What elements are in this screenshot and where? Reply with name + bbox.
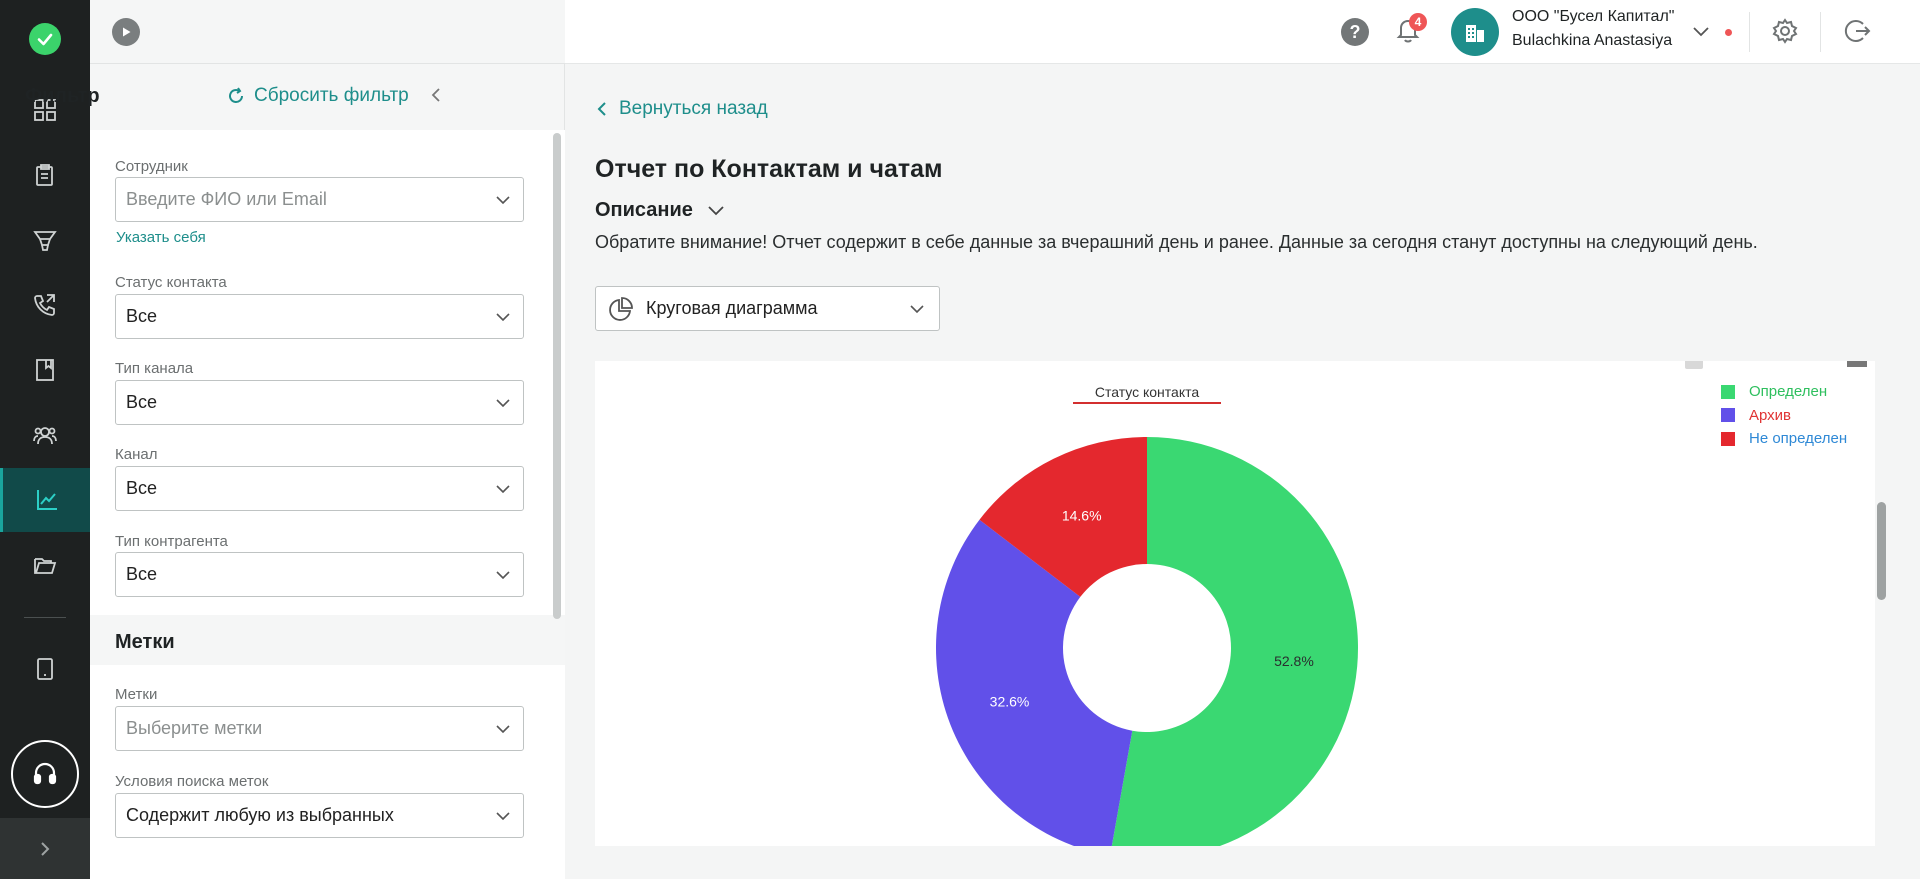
page-title: Отчет по Контактам и чатам — [595, 155, 943, 183]
description-label: Описание — [595, 199, 693, 221]
tag-search-condition-value: Содержит любую из выбранных — [126, 805, 394, 825]
contact-status-select[interactable]: Все — [115, 294, 524, 339]
pie-chart-icon — [609, 296, 633, 321]
header-divider — [1749, 12, 1750, 52]
camera-icon[interactable] — [1685, 361, 1703, 369]
legend-item[interactable]: Не определен — [1721, 427, 1847, 451]
collapse-filter-chevron-icon[interactable] — [430, 86, 442, 109]
reset-filter-button[interactable]: Сбросить фильтр — [226, 85, 409, 107]
pie-slice-1[interactable] — [1110, 437, 1358, 846]
nav-calls-icon[interactable] — [0, 273, 90, 337]
nav-users-icon[interactable] — [0, 403, 90, 467]
specify-self-link[interactable]: Указать себя — [116, 229, 206, 246]
description-toggle[interactable]: Описание — [595, 199, 725, 222]
nav-analytics-icon[interactable] — [0, 468, 90, 532]
chevron-down-icon — [496, 571, 510, 580]
support-headset-icon[interactable] — [11, 740, 79, 808]
chart-legend: Определен Архив Не определен — [1721, 380, 1847, 451]
user-name[interactable]: Bulachkina Anastasiya — [1512, 32, 1672, 50]
chevron-down-icon — [496, 313, 510, 322]
filter-panel-top — [90, 0, 565, 64]
channel-select[interactable]: Все — [115, 466, 524, 511]
company-building-icon[interactable] — [1451, 8, 1499, 56]
counterparty-type-select[interactable]: Все — [115, 552, 524, 597]
counterparty-type-label: Тип контрагента — [115, 533, 228, 550]
chevron-down-icon — [910, 305, 924, 314]
legend-swatch — [1721, 431, 1735, 446]
donut-chart: 52.8% 32.6% 14.6% Статус контакта — [936, 361, 1867, 846]
chevron-down-icon — [708, 205, 724, 215]
chart-card: 52.8% 32.6% 14.6% Статус контакта Определе… — [595, 361, 1875, 846]
legend-swatch — [1721, 384, 1735, 399]
rail-expand-chevron-icon[interactable] — [0, 818, 90, 879]
chart-title: Статус контакта — [1095, 384, 1200, 400]
back-link[interactable]: Вернуться назад — [597, 98, 768, 120]
nav-book-icon[interactable] — [0, 338, 90, 402]
report-notice: Обратите внимание! Отчет содержит в себе… — [595, 232, 1758, 252]
back-link-label: Вернуться назад — [619, 98, 768, 119]
tags-fields-area — [90, 665, 565, 879]
notifications-bell-icon[interactable]: 4 — [1395, 13, 1427, 48]
employee-select[interactable]: Введите ФИО или Email — [115, 177, 524, 222]
play-icon[interactable] — [112, 18, 140, 46]
nav-folder-icon[interactable] — [0, 533, 90, 597]
tags-select[interactable]: Выберите метки — [115, 706, 524, 751]
company-name[interactable]: ООО "Бусел Капитал" — [1512, 8, 1674, 26]
legend-label: Определен — [1749, 383, 1828, 401]
chart-type-value: Круговая диаграмма — [646, 298, 818, 318]
contact-status-value: Все — [126, 306, 158, 326]
chart-type-select[interactable]: Круговая диаграмма — [595, 286, 940, 331]
legend-label: Не определен — [1749, 430, 1848, 448]
filter-title: Фильтр — [25, 85, 100, 107]
tags-label: Метки — [115, 686, 158, 703]
chevron-left-icon — [597, 102, 606, 116]
contact-status-label: Статус контакта — [115, 274, 227, 291]
chevron-down-icon — [496, 485, 510, 494]
chevron-down-icon — [496, 196, 510, 205]
channel-type-value: Все — [126, 392, 158, 412]
chevron-down-icon — [496, 725, 510, 734]
pie-slice-label: 52.8% — [1274, 653, 1314, 669]
chevron-down-icon — [496, 812, 510, 821]
settings-gear-icon[interactable] — [1771, 17, 1799, 45]
refresh-icon — [229, 87, 243, 103]
reset-filter-label: Сбросить фильтр — [254, 85, 409, 106]
pie-slice-label: 32.6% — [990, 693, 1030, 709]
legend-item[interactable]: Архив — [1721, 404, 1847, 428]
top-bar — [565, 0, 1920, 64]
legend-swatch — [1721, 408, 1735, 423]
rail-divider — [24, 617, 66, 618]
logout-icon[interactable] — [1843, 17, 1871, 45]
employee-placeholder: Введите ФИО или Email — [126, 189, 327, 209]
pie-slice-label: 14.6% — [1062, 508, 1102, 524]
nav-tablet-icon[interactable] — [0, 637, 90, 701]
channel-value: Все — [126, 478, 158, 498]
account-menu-chevron-down-icon[interactable] — [1692, 25, 1710, 39]
legend-item[interactable]: Определен — [1721, 380, 1847, 404]
channel-type-label: Тип канала — [115, 360, 194, 377]
tags-placeholder: Выберите метки — [126, 718, 263, 738]
nav-documents-icon[interactable] — [0, 143, 90, 207]
tags-section-title: Метки — [115, 631, 175, 653]
toolbar-handle-icon[interactable] — [1847, 361, 1867, 367]
app-logo-icon[interactable] — [29, 23, 61, 55]
chevron-down-icon — [496, 399, 510, 408]
status-dot — [1725, 29, 1732, 36]
left-rail — [0, 0, 90, 879]
channel-label: Канал — [115, 446, 158, 463]
employee-label: Сотрудник — [115, 158, 188, 175]
counterparty-type-value: Все — [126, 564, 158, 584]
notifications-badge: 4 — [1409, 13, 1427, 31]
tag-search-condition-select[interactable]: Содержит любую из выбранных — [115, 793, 524, 838]
nav-funnel-icon[interactable] — [0, 208, 90, 272]
filter-scrollbar[interactable] — [553, 133, 561, 619]
header-divider — [1820, 12, 1821, 52]
channel-type-select[interactable]: Все — [115, 380, 524, 425]
help-icon[interactable]: ? — [1341, 18, 1369, 46]
main-scrollbar[interactable] — [1877, 502, 1886, 600]
legend-label: Архив — [1749, 406, 1792, 424]
tag-search-condition-label: Условия поиска меток — [115, 773, 269, 790]
